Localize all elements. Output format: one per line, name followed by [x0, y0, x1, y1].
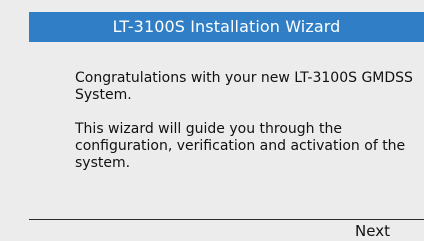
welcome-paragraph: Congratulations with your new LT-3100S G… — [75, 70, 413, 103]
window-title: LT-3100S Installation Wizard — [29, 12, 424, 42]
description-paragraph: This wizard will guide you through the c… — [75, 121, 406, 171]
wizard-screen: LT-3100S Installation Wizard Congratulat… — [0, 0, 424, 241]
footer-divider — [29, 219, 424, 220]
wizard-content: Congratulations with your new LT-3100S G… — [75, 70, 415, 189]
next-button[interactable]: Next — [355, 221, 390, 241]
